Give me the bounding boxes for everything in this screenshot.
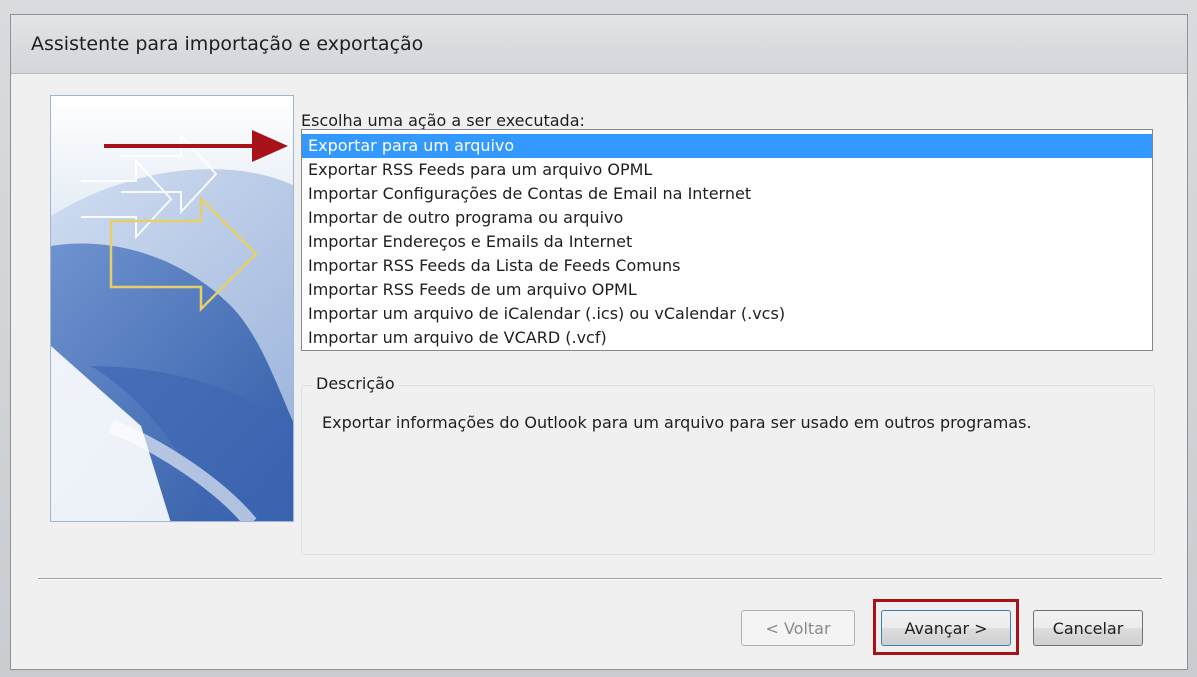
cancel-button[interactable]: Cancelar xyxy=(1033,610,1143,646)
footer-separator xyxy=(38,578,1162,580)
choose-action-label: Escolha uma ação a ser executada: xyxy=(301,111,585,130)
list-item-import-rss-opml[interactable]: Importar RSS Feeds de um arquivo OPML xyxy=(302,278,1152,302)
description-legend: Descrição xyxy=(312,374,399,393)
list-item-import-rss-common-list[interactable]: Importar RSS Feeds da Lista de Feeds Com… xyxy=(302,254,1152,278)
back-button[interactable]: < Voltar xyxy=(741,610,855,646)
dialog-title: Assistente para importação e exportação xyxy=(31,33,424,55)
import-export-wizard-dialog: Assistente para importação e exportação xyxy=(10,14,1188,670)
red-arrow-annotation-icon xyxy=(104,130,288,162)
description-group: Descrição Exportar informações do Outloo… xyxy=(301,374,1155,555)
list-item-import-account-settings[interactable]: Importar Configurações de Contas de Emai… xyxy=(302,182,1152,206)
list-item-import-addresses-emails[interactable]: Importar Endereços e Emails da Internet xyxy=(302,230,1152,254)
list-item-import-icalendar[interactable]: Importar um arquivo de iCalendar (.ics) … xyxy=(302,302,1152,326)
action-listbox[interactable]: Exportar para um arquivo Exportar RSS Fe… xyxy=(301,129,1153,351)
list-item-import-vcard[interactable]: Importar um arquivo de VCARD (.vcf) xyxy=(302,326,1152,350)
list-item-import-other-program[interactable]: Importar de outro programa ou arquivo xyxy=(302,206,1152,230)
list-item-export-to-file[interactable]: Exportar para um arquivo xyxy=(302,134,1152,158)
next-button-highlight xyxy=(873,599,1019,655)
description-text: Exportar informações do Outlook para um … xyxy=(322,413,1032,432)
title-bar: Assistente para importação e exportação xyxy=(11,15,1187,74)
list-item-export-rss-opml[interactable]: Exportar RSS Feeds para um arquivo OPML xyxy=(302,158,1152,182)
